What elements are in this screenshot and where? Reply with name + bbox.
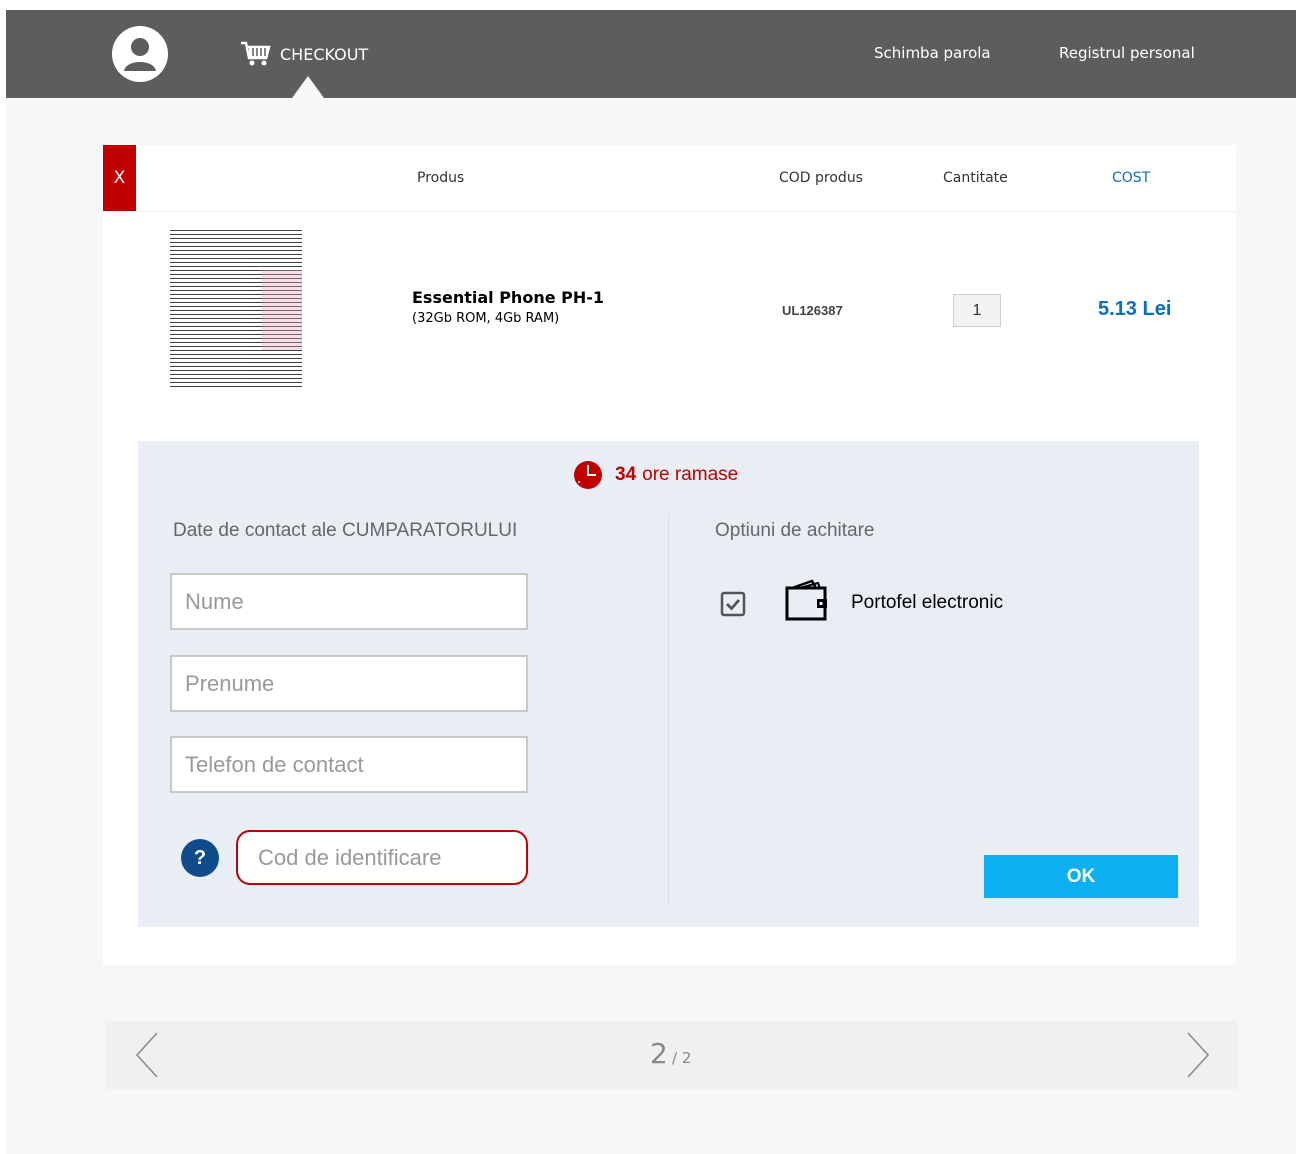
header-product: Produs [417, 170, 465, 186]
payment-option-checkbox[interactable] [720, 591, 746, 617]
active-nav-pointer [292, 76, 324, 98]
remove-item-button[interactable]: X [103, 145, 136, 211]
product-code: UL126387 [782, 303, 843, 318]
product-name: Essential Phone PH-1 [412, 288, 605, 307]
section-divider [668, 514, 669, 904]
payment-section-title: Optiuni de achitare [715, 520, 875, 541]
contact-section-title: Date de contact ale CUMPARATORULUI [173, 520, 518, 541]
name-input[interactable] [170, 573, 528, 630]
identification-code-input[interactable] [236, 830, 528, 885]
quantity-input[interactable]: 1 [953, 294, 1001, 327]
chevron-right-icon[interactable] [1182, 1031, 1212, 1079]
user-avatar-icon[interactable] [112, 26, 168, 82]
product-image [170, 230, 302, 388]
product-price: 5.13 Lei [1098, 298, 1172, 320]
surname-input[interactable] [170, 655, 528, 712]
time-remaining-label: ore ramase [642, 464, 739, 485]
nav-checkout-label: CHECKOUT [280, 44, 369, 64]
phone-input[interactable] [170, 736, 528, 793]
shopping-cart-icon [241, 41, 271, 66]
time-remaining-hours: 34 [615, 464, 637, 485]
chevron-left-icon[interactable] [133, 1031, 163, 1079]
header-product-code: COD produs [779, 170, 863, 186]
nav-change-password[interactable]: Schimba parola [874, 44, 991, 62]
table-header-divider [136, 211, 1236, 212]
nav-personal-register[interactable]: Registrul personal [1059, 44, 1195, 62]
header-quantity: Cantitate [943, 170, 1008, 186]
total-pages: / 2 [672, 1049, 692, 1067]
nav-checkout[interactable]: CHECKOUT [240, 38, 368, 70]
help-button[interactable]: ? [181, 839, 219, 877]
time-remaining: 34 ore ramase [573, 460, 738, 490]
current-page: 2 [650, 1037, 668, 1070]
payment-option-label: Portofel electronic [851, 592, 1004, 613]
clock-icon [574, 461, 602, 489]
product-spec: (32Gb ROM, 4Gb RAM) [412, 311, 560, 326]
ok-button[interactable]: OK [984, 855, 1178, 898]
header-cost: COST [1112, 170, 1151, 186]
wallet-icon [785, 579, 827, 621]
